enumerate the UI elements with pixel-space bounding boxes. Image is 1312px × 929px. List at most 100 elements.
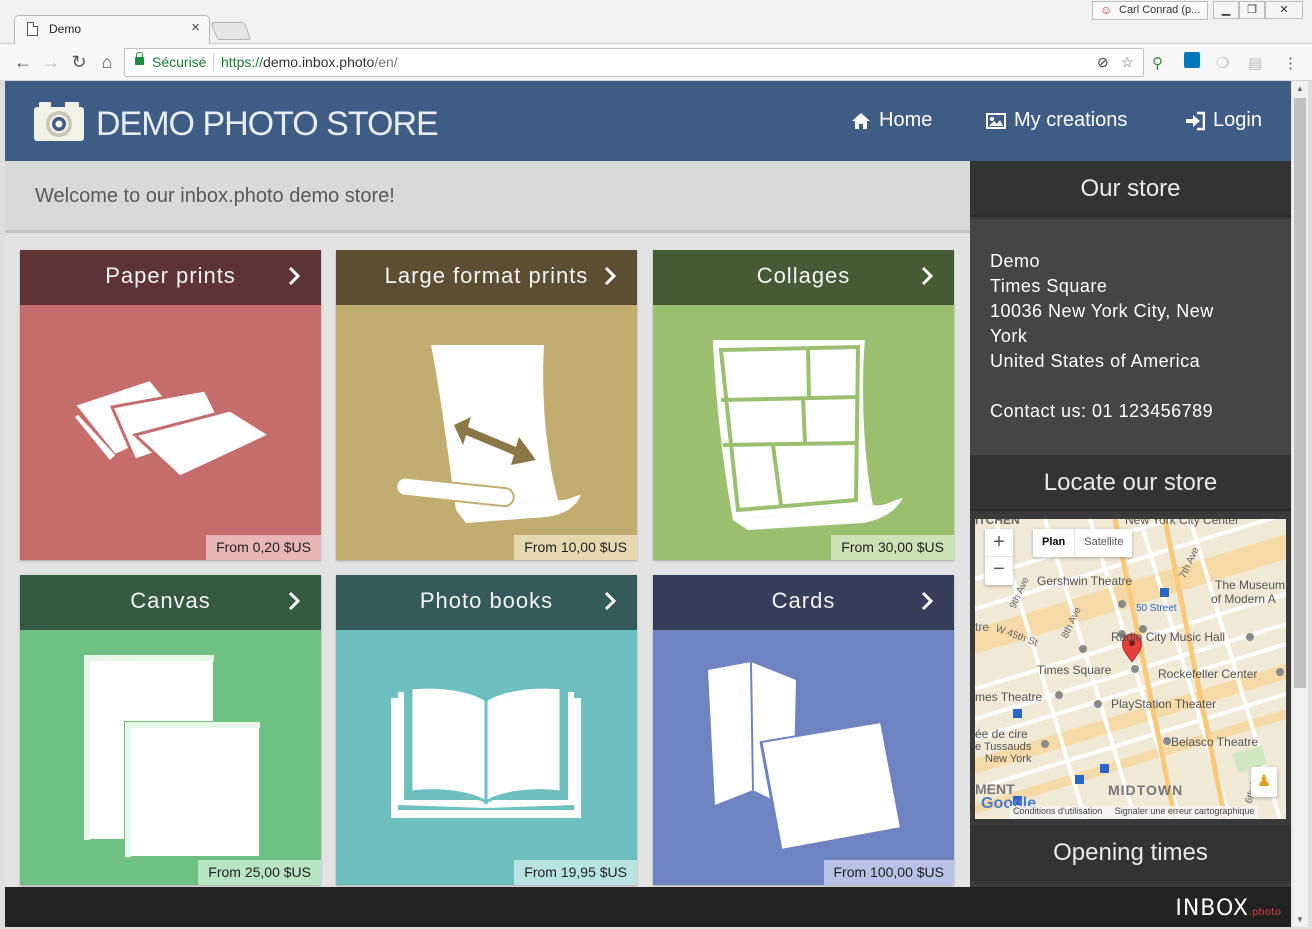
map-type-satellite[interactable]: Satellite <box>1074 529 1132 557</box>
scroll-up-arrow-icon[interactable]: ▲ <box>1296 84 1304 93</box>
close-window-button[interactable]: ✕ <box>1265 1 1303 19</box>
camera-logo-icon[interactable] <box>33 100 85 142</box>
product-card-image[interactable] <box>653 305 954 560</box>
welcome-text: Welcome to our inbox.photo demo store! <box>35 185 395 207</box>
chevron-right-icon[interactable] <box>920 589 936 613</box>
map-type-control: Plan Satellite <box>1033 529 1133 557</box>
map-label-belasco: Belasco Theatre <box>1171 735 1258 749</box>
product-card-image[interactable] <box>336 630 637 885</box>
product-card-header[interactable]: Collages <box>653 250 954 305</box>
product-card-image[interactable] <box>20 630 321 885</box>
maximize-button[interactable]: ❐ <box>1239 1 1265 19</box>
map-report-link[interactable]: Signaler une erreur cartographique <box>1115 806 1255 816</box>
map-zoom-control: + − <box>985 529 1013 585</box>
canvas-icon <box>83 654 261 858</box>
profile-icon: ☺ <box>1100 3 1113 17</box>
url-text[interactable]: https://demo.inbox.photo/en/ <box>221 54 398 70</box>
product-title: Photo books <box>419 588 554 613</box>
opening-times-heading: Opening times <box>970 825 1291 881</box>
page-scrollbar[interactable]: ▲ ▼ <box>1291 81 1308 927</box>
extension-icon-2[interactable]: ❍ <box>1216 54 1229 72</box>
map-type-plan[interactable]: Plan <box>1033 529 1074 557</box>
store-map[interactable]: ITCHEN New York City Center Gershwin The… <box>975 519 1286 819</box>
product-price: From 100,00 $US <box>823 860 954 885</box>
site-footer: INBOX.photo <box>5 887 1291 927</box>
product-card-paper-prints[interactable]: Paper prints From 0,20 $US <box>20 250 321 560</box>
back-button[interactable]: ← <box>12 51 34 73</box>
map-label-times-square: Times Square <box>1037 663 1112 677</box>
map-label-museum: The Museum <box>1215 578 1285 592</box>
image-icon <box>986 112 1006 129</box>
zoom-out-button[interactable]: − <box>985 557 1013 584</box>
nav-home[interactable]: Home <box>851 109 932 132</box>
contact-phone[interactable]: Contact us: 01 123456789 <box>990 399 1271 424</box>
secure-label: Sécurisé <box>152 54 207 70</box>
product-card-header[interactable]: Paper prints <box>20 250 321 305</box>
forward-button[interactable]: → <box>40 51 62 73</box>
blocked-icon[interactable]: ⊘ <box>1097 54 1109 71</box>
chevron-right-icon[interactable] <box>287 264 303 288</box>
product-card-image[interactable] <box>653 630 954 885</box>
product-card-collages[interactable]: Collages From 30,00 $US <box>653 250 954 560</box>
scroll-down-arrow-icon[interactable]: ▼ <box>1296 915 1304 924</box>
new-tab-button[interactable] <box>210 22 252 40</box>
product-card-header[interactable]: Large format prints <box>336 250 637 305</box>
store-sidebar: Our store Demo Times Square 10036 New Yo… <box>970 161 1291 887</box>
page-icon <box>27 22 38 36</box>
map-label-rockefeller: Rockefeller Center <box>1158 667 1257 681</box>
chevron-right-icon[interactable] <box>287 589 303 613</box>
home-icon <box>852 112 870 129</box>
map-tiles[interactable]: ITCHEN New York City Center Gershwin The… <box>975 519 1286 819</box>
home-button[interactable]: ⌂ <box>96 51 118 73</box>
address-bar[interactable]: Sécurisé https://demo.inbox.photo/en/ ⊘ … <box>124 48 1144 77</box>
menu-icon[interactable]: ⋮ <box>1283 54 1298 72</box>
street-view-pegman-icon[interactable]: ♟ <box>1251 767 1277 797</box>
product-price: From 30,00 $US <box>831 535 954 560</box>
browser-titlebar: Demo × ☺ Carl Conrad (p... ▁ ❐ ✕ <box>0 0 1312 44</box>
product-card-header[interactable]: Photo books <box>336 575 637 630</box>
address-line: Times Square <box>990 276 1108 296</box>
reload-button[interactable]: ↻ <box>68 51 90 73</box>
nav-my-creations[interactable]: My creations <box>986 109 1127 132</box>
browser-tab[interactable]: Demo × <box>14 15 210 44</box>
product-card-image[interactable] <box>336 305 637 560</box>
brand-title[interactable]: DEMO PHOTO STORE <box>96 105 439 144</box>
trello-icon[interactable] <box>1184 52 1200 68</box>
page-viewport: DEMO PHOTO STORE Home My creations Login… <box>5 81 1291 927</box>
map-terms-link[interactable]: Conditions d'utilisation <box>1013 806 1102 816</box>
nav-login-label: Login <box>1213 109 1262 131</box>
map-label-new-york: New York <box>985 753 1032 765</box>
product-card-large-format-prints[interactable]: Large format prints From 10,00 $US <box>336 250 637 560</box>
chevron-right-icon[interactable] <box>920 264 936 288</box>
scroll-thumb[interactable] <box>1294 98 1306 688</box>
profile-button[interactable]: ☺ Carl Conrad (p... <box>1092 1 1208 20</box>
product-card-image[interactable] <box>20 305 321 560</box>
product-card-header[interactable]: Canvas <box>20 575 321 630</box>
product-card-header[interactable]: Cards <box>653 575 954 630</box>
browser-toolbar: ← → ↻ ⌂ Sécurisé https://demo.inbox.phot… <box>0 44 1312 81</box>
map-label-city-center: New York City Center <box>1125 519 1239 527</box>
chevron-right-icon[interactable] <box>603 264 619 288</box>
extension-icon[interactable]: ⚲ <box>1152 54 1163 72</box>
product-price: From 19,95 $US <box>514 860 637 885</box>
chevron-right-icon[interactable] <box>603 589 619 613</box>
bookmark-star-icon[interactable]: ☆ <box>1121 54 1134 71</box>
nav-login[interactable]: Login <box>1185 109 1262 132</box>
tab-close-icon[interactable]: × <box>191 19 200 36</box>
product-card-cards[interactable]: Cards From 100,00 $US <box>653 575 954 885</box>
nav-home-label: Home <box>879 109 933 131</box>
welcome-banner: Welcome to our inbox.photo demo store! <box>5 161 970 233</box>
map-label-mes-theatre: mes Theatre <box>975 690 1042 704</box>
product-card-photo-books[interactable]: Photo books From 19,95 $US <box>336 575 637 885</box>
sign-in-icon <box>1186 111 1205 130</box>
large-format-icon <box>395 345 581 523</box>
zoom-in-button[interactable]: + <box>985 529 1013 557</box>
lock-icon <box>135 52 144 65</box>
inbox-photo-logo[interactable]: INBOX.photo <box>1175 896 1281 921</box>
minimize-button[interactable]: ▁ <box>1213 1 1239 19</box>
product-card-canvas[interactable]: Canvas From 25,00 $US <box>20 575 321 885</box>
map-label-radio-city: Radio City Music Hall <box>1111 630 1225 644</box>
address-line: 10036 New York City, New <box>990 301 1214 321</box>
extension-icon-3[interactable]: ▤ <box>1248 54 1262 72</box>
map-label-50-street: 50 Street <box>1136 603 1177 614</box>
